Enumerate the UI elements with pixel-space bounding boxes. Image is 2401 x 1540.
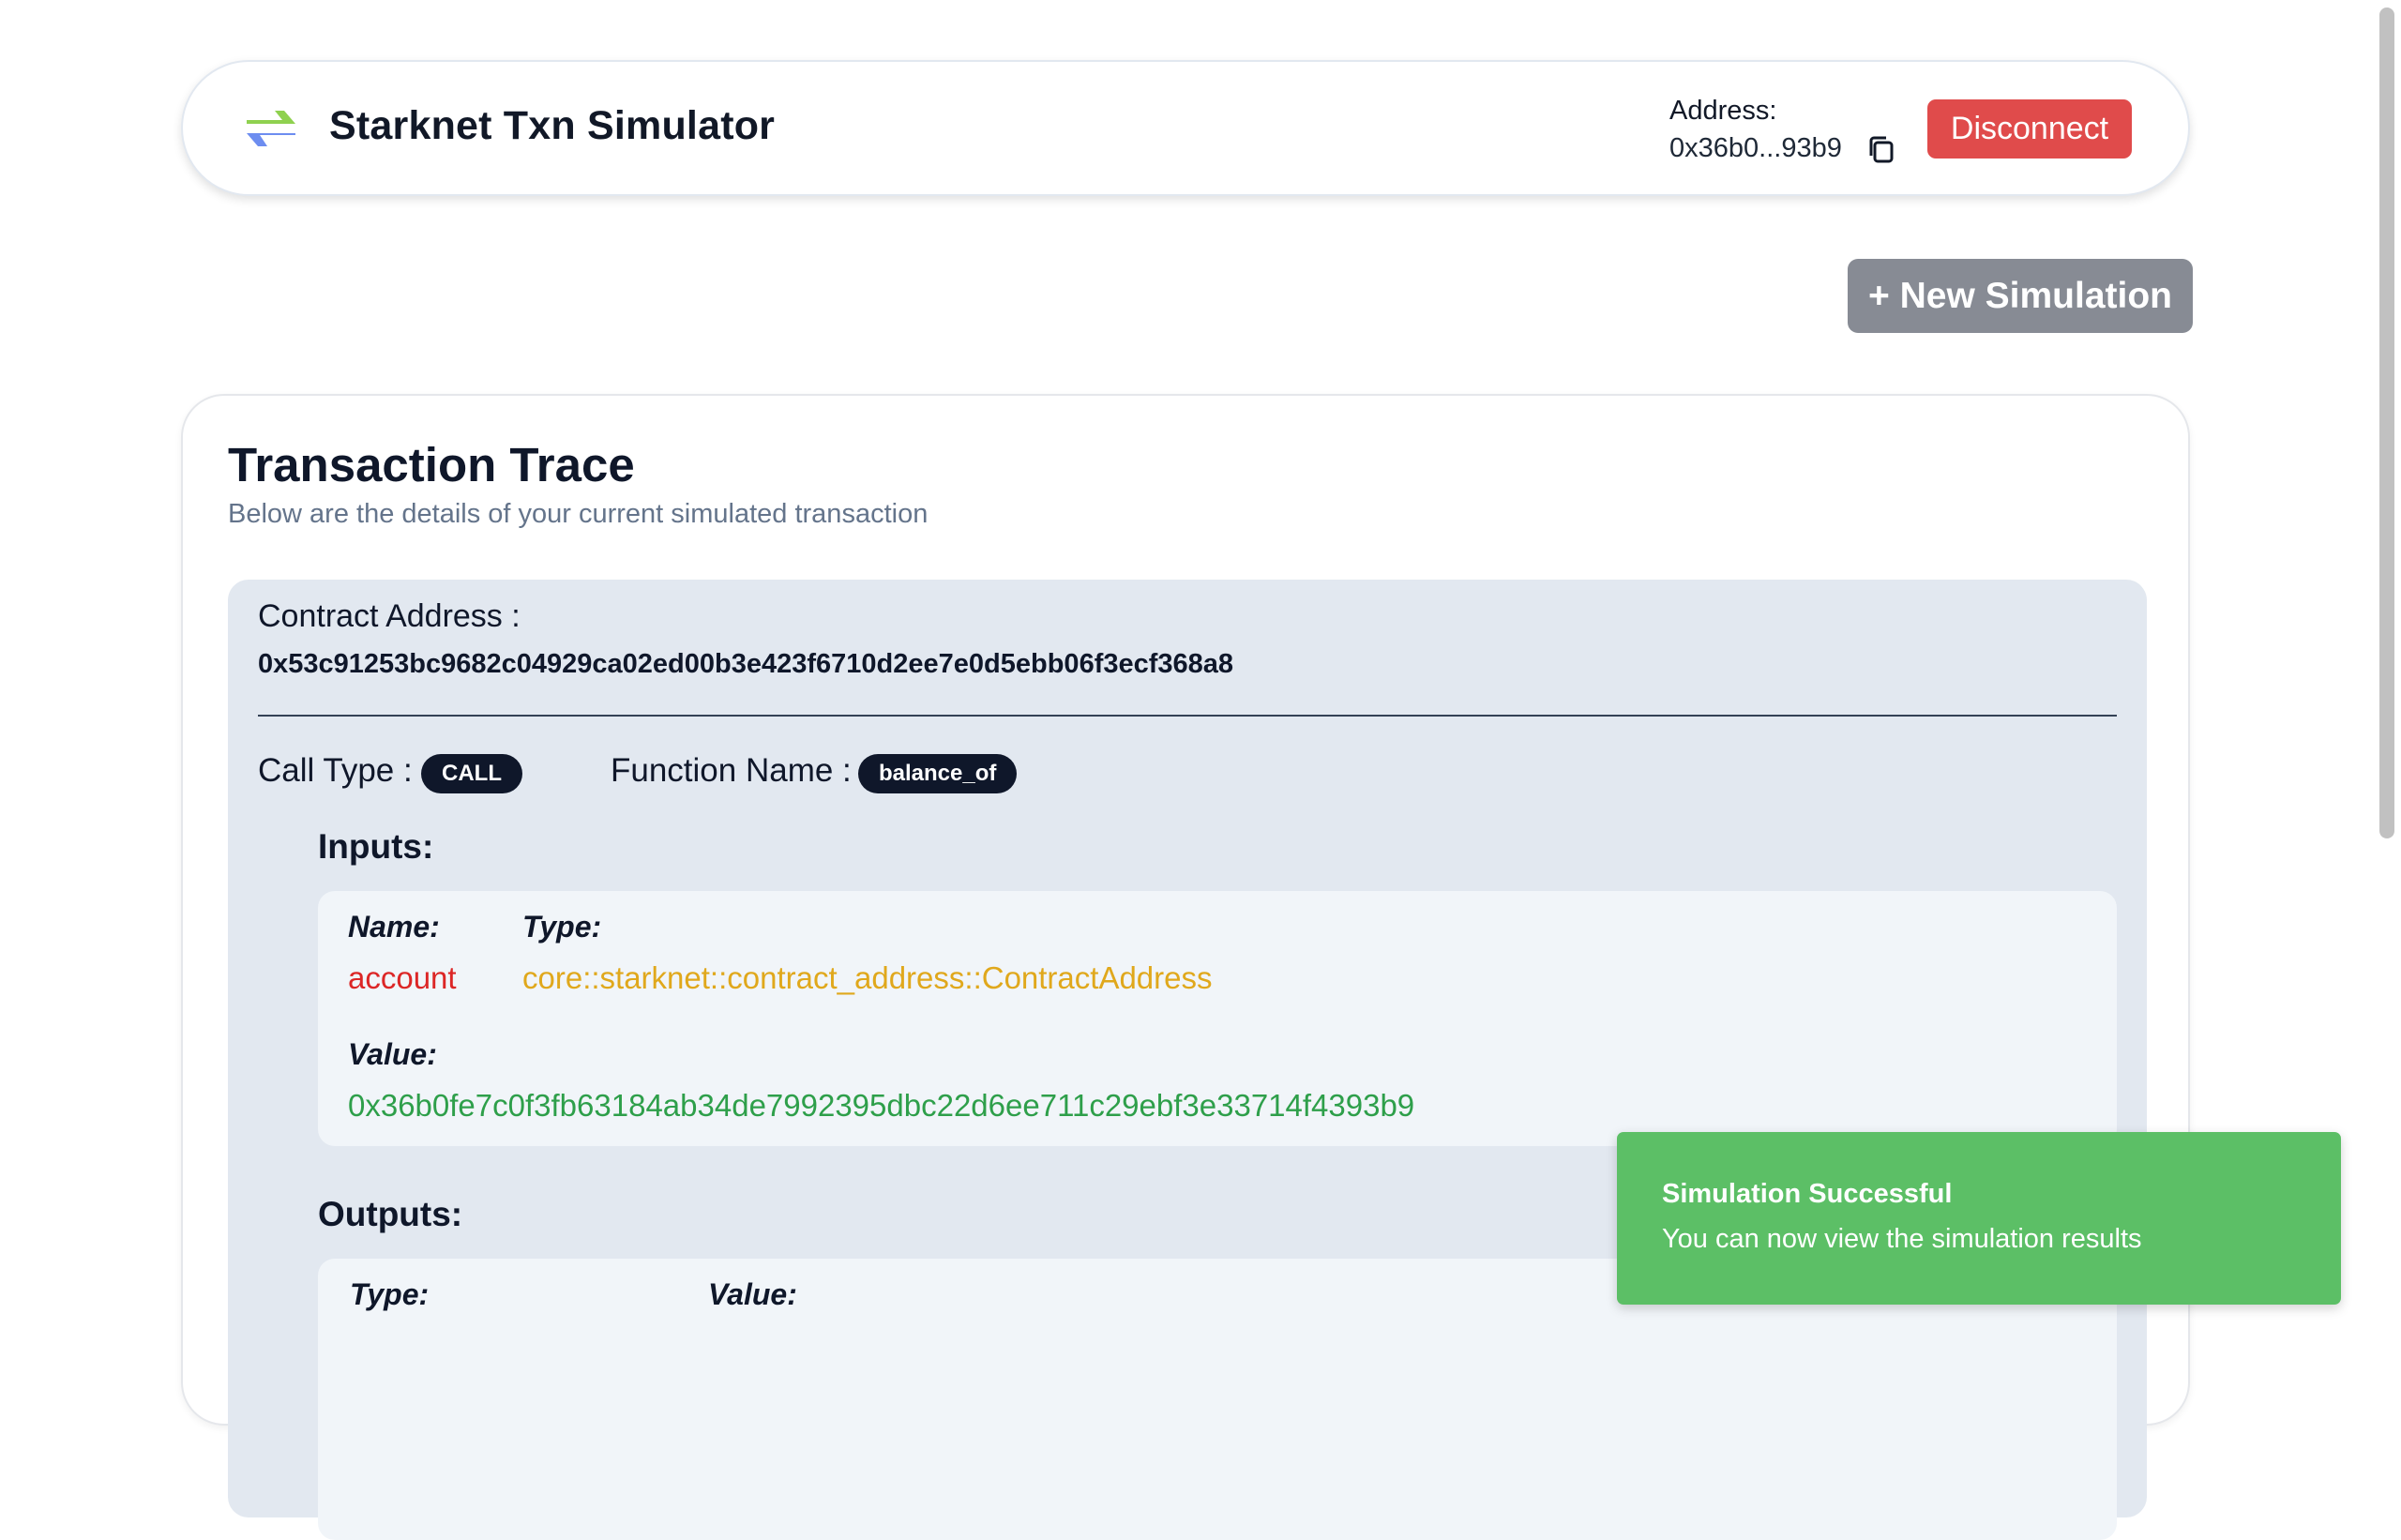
input-value-header: Value: [348,1037,437,1071]
trace-panel: Contract Address : 0x53c91253bc9682c0492… [228,580,2147,1540]
output-value-header: Value: [708,1277,797,1311]
address-value: 0x36b0...93b9 [1669,133,1842,163]
function-name-badge: balance_of [858,754,1018,793]
input-name-value: account [348,960,457,995]
outputs-title: Outputs: [318,1195,463,1233]
card-title: Transaction Trace [228,438,635,491]
input-value: 0x36b0fe7c0f3fb63184ab34de7992395dbc22d6… [348,1088,1415,1123]
card-subtitle: Below are the details of your current si… [228,499,929,529]
call-type-badge: CALL [421,754,522,793]
success-toast[interactable]: Simulation Successful You can now view t… [1617,1132,2341,1305]
inputs-box: Name: Type: account core::starknet::cont… [318,891,2117,1146]
scrollbar-thumb[interactable] [2379,8,2394,838]
app-title: Starknet Txn Simulator [329,103,776,148]
toast-title: Simulation Successful [1662,1179,1953,1209]
swap-arrows-icon [247,111,295,146]
address-label: Address: [1669,96,1777,126]
divider [258,715,2117,717]
call-type-label: Call Type : [258,752,413,789]
contract-address-label: Contract Address : [258,598,521,634]
app-header: Starknet Txn Simulator Address: 0x36b0..… [181,60,2190,196]
function-name-label: Function Name : [611,752,852,789]
new-simulation-button[interactable]: + New Simulation [1848,259,2193,333]
copy-icon[interactable] [1865,133,1897,167]
input-type-value: core::starknet::contract_address::Contra… [522,960,1213,995]
output-type-header: Type: [350,1277,430,1311]
disconnect-button[interactable]: Disconnect [1927,99,2132,159]
input-type-header: Type: [522,910,602,944]
input-name-header: Name: [348,910,440,944]
contract-address-value: 0x53c91253bc9682c04929ca02ed00b3e423f671… [258,649,1234,679]
inputs-title: Inputs: [318,827,434,866]
toast-description: You can now view the simulation results [1662,1224,2142,1254]
